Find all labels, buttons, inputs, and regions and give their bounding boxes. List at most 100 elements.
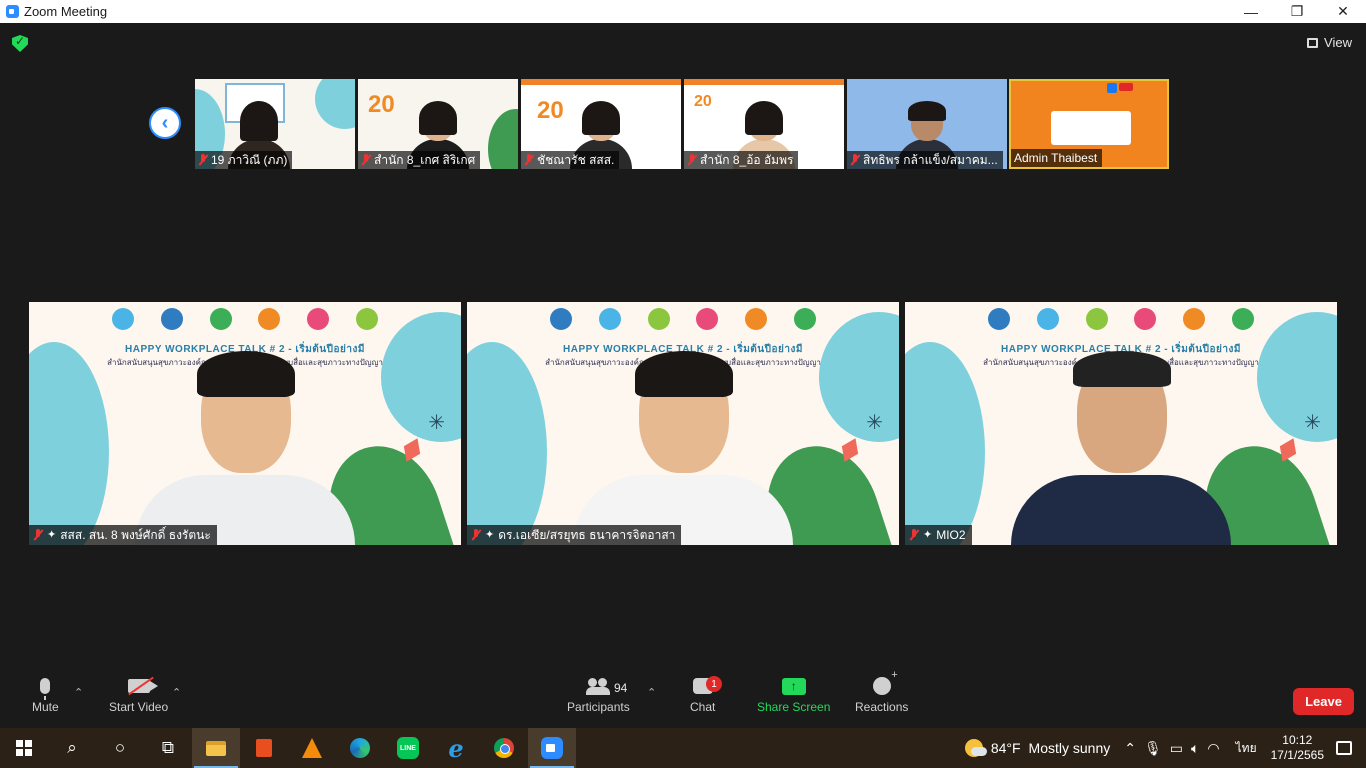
anniversary-logo: 20 (537, 97, 564, 124)
sponsor-logos (537, 308, 829, 330)
start-video-label: Start Video (109, 700, 169, 714)
participants-count: 94 (614, 681, 628, 695)
share-screen-arrow-icon: ↑ (781, 677, 806, 695)
search-button[interactable]: ⌕ (48, 728, 96, 768)
windows-logo-icon (16, 740, 32, 756)
zoom-icon (541, 737, 563, 759)
view-label: View (1324, 35, 1352, 50)
clock[interactable]: 10:12 17/1/2565 (1271, 733, 1324, 763)
file-explorer-button[interactable] (192, 728, 240, 768)
folder-icon (206, 740, 226, 756)
participants-label: Participants (567, 700, 630, 714)
gallery-video-tile[interactable]: ✳ HAPPY WORKPLACE TALK # 2 - เริ่มต้นปีอ… (29, 302, 461, 545)
sparkle-decoration-icon: ✳ (866, 412, 883, 434)
participant-name-label: สำนัก 8_เกศ สิริเกศ (358, 151, 481, 169)
restore-button[interactable]: ❐ (1274, 0, 1320, 23)
facebook-icon (1107, 83, 1117, 93)
thumbnail-video[interactable]: 20 สำนัก 8_อ้อ อัมพร (684, 79, 844, 169)
view-button[interactable]: View (1307, 35, 1352, 50)
minimize-button[interactable]: — (1228, 0, 1274, 23)
microphone-tray-icon[interactable]: 🎙︎ (1144, 740, 1162, 757)
share-screen-button[interactable]: ↑ Share Screen (757, 672, 830, 714)
line-button[interactable]: LINE (384, 728, 432, 768)
thumbnail-video[interactable]: 20 สำนัก 8_เกศ สิริเกศ (358, 79, 518, 169)
battery-icon[interactable]: ▭ (1170, 740, 1183, 757)
wifi-icon[interactable]: ◠ (1207, 740, 1219, 757)
cortana-circle-icon: ○ (114, 738, 126, 757)
weather-sunny-icon[interactable] (964, 739, 987, 757)
anniversary-logo: 20 (368, 91, 395, 118)
video-options-caret-icon[interactable]: ⌃ (172, 686, 181, 699)
leave-button[interactable]: Leave (1293, 688, 1354, 715)
participant-video (1011, 351, 1231, 545)
volume-icon[interactable]: 🔈︎ (1191, 740, 1199, 757)
participant-name-label: ชัชณารัช สสส. (521, 151, 620, 169)
chrome-icon (494, 738, 514, 758)
participant-video (135, 351, 355, 545)
participant-video (573, 351, 793, 545)
audio-options-caret-icon[interactable]: ⌃ (74, 686, 83, 699)
gallery-video-tile[interactable]: ✳ HAPPY WORKPLACE TALK # 2 - เริ่มต้นปีอ… (905, 302, 1337, 545)
previous-page-button[interactable]: ‹ (149, 107, 181, 139)
participants-options-caret-icon[interactable]: ⌃ (647, 686, 656, 699)
close-button[interactable]: ✕ (1320, 0, 1366, 23)
gallery-video-tile[interactable]: ✳ HAPPY WORKPLACE TALK # 2 - เริ่มต้นปีอ… (467, 302, 899, 545)
reaction-smiley-icon (872, 669, 898, 695)
participant-name-label: ✦ ดร.เอเซีย/สรยุทธ ธนาคารจิตอาสา (467, 525, 682, 545)
weather-description[interactable]: Mostly sunny (1029, 740, 1111, 756)
windows-taskbar: ⌕ ○ ⧉ LINE e 84°F Mostly sunny ⌃ 🎙︎ ▭ 🔈︎… (0, 728, 1366, 768)
mic-muted-icon (471, 529, 481, 541)
sparkle-decoration-icon: ✳ (1304, 412, 1321, 434)
zoom-taskbar-button[interactable] (528, 728, 576, 768)
mic-muted-icon (850, 154, 860, 166)
live-badge-icon (1119, 83, 1133, 91)
reactions-label: Reactions (855, 700, 909, 714)
thumbnail-video[interactable]: สิทธิพร กล้าแข็ง/สมาคม... (847, 79, 1007, 169)
start-video-button[interactable]: Start Video (109, 672, 168, 714)
office-button[interactable] (240, 728, 288, 768)
video-off-icon (127, 679, 158, 693)
mute-label: Mute (32, 700, 59, 714)
thumbnail-video-active-speaker[interactable]: Admin Thaibest (1009, 79, 1169, 169)
mic-muted-icon (33, 529, 43, 541)
window-title: Zoom Meeting (24, 4, 108, 19)
vlc-cone-icon (302, 738, 322, 758)
weather-temperature[interactable]: 84°F (991, 740, 1021, 756)
vlc-button[interactable] (288, 728, 336, 768)
show-hidden-icons-chevron-icon[interactable]: ⌃ (1124, 740, 1136, 757)
thumbnail-video[interactable]: 19 ภาวิณี (ภภ) (195, 79, 355, 169)
participant-name-label: ✦ MIO2 (905, 525, 972, 545)
title-bar: Zoom Meeting — ❐ ✕ (0, 0, 1366, 23)
internet-explorer-icon: e (448, 733, 464, 763)
participant-name-label: Admin Thaibest (1011, 149, 1103, 167)
edge-button[interactable] (336, 728, 384, 768)
reactions-button[interactable]: Reactions (855, 669, 909, 714)
pin-icon: ✦ (485, 529, 495, 541)
sparkle-decoration-icon: ✳ (428, 412, 445, 434)
mic-muted-icon (909, 529, 919, 541)
meeting-area: View ‹ 19 ภาวิณี (ภภ) 20 สำนัก 8_เกศ สิร… (0, 23, 1366, 728)
task-view-icon: ⧉ (161, 738, 175, 757)
notification-center-icon[interactable] (1336, 741, 1352, 755)
start-button[interactable] (0, 728, 48, 768)
gallery-grid-icon (1307, 37, 1319, 48)
mute-button[interactable]: Mute (32, 672, 59, 714)
thumbnail-video[interactable]: 20 ชัชณารัช สสส. (521, 79, 681, 169)
zoom-app-icon (6, 5, 19, 18)
participants-icon (586, 678, 611, 695)
window-controls: — ❐ ✕ (1228, 0, 1366, 23)
system-tray: 84°F Mostly sunny ⌃ 🎙︎ ▭ 🔈︎ ◠ ไทย 10:12 … (964, 728, 1366, 768)
input-language[interactable]: ไทย (1236, 739, 1257, 758)
chrome-button[interactable] (480, 728, 528, 768)
cortana-button[interactable]: ○ (96, 728, 144, 768)
internet-explorer-button[interactable]: e (432, 728, 480, 768)
task-view-button[interactable]: ⧉ (144, 728, 192, 768)
chat-unread-badge: 1 (706, 676, 722, 692)
security-shield-icon[interactable] (12, 35, 28, 52)
participant-name-label: ✦ สสส. สน. 8 พงษ์ศักดิ์ ธงรัตนะ (29, 525, 217, 545)
participant-name-label: 19 ภาวิณี (ภภ) (195, 151, 293, 169)
poster-card (1051, 111, 1131, 145)
mic-muted-icon (361, 154, 371, 166)
participant-name-label: สำนัก 8_อ้อ อัมพร (684, 151, 799, 169)
pin-icon: ✦ (47, 529, 57, 541)
